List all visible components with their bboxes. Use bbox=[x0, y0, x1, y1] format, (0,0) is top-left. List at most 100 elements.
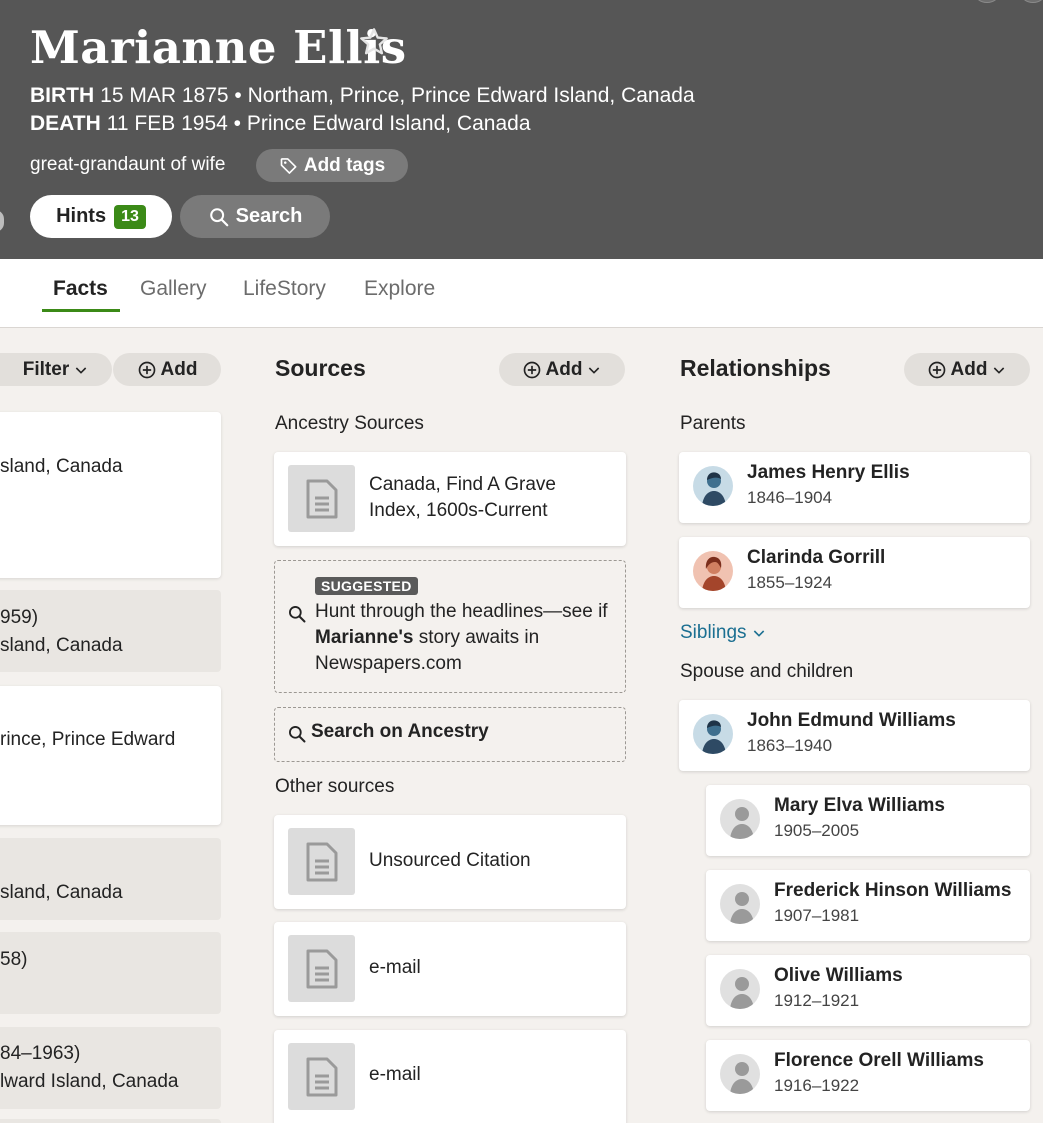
person-card-spouse[interactable]: John Edmund Williams 1863–1940 bbox=[679, 700, 1030, 771]
document-icon bbox=[288, 1043, 355, 1110]
person-name: Olive Williams bbox=[774, 965, 903, 986]
search-icon bbox=[289, 606, 306, 623]
person-dates: 1863–1940 bbox=[747, 736, 833, 755]
person-name: Marianne Ellis bbox=[30, 21, 407, 74]
add-source-label: Add bbox=[545, 358, 583, 380]
hints-label: Hints bbox=[56, 205, 107, 227]
person-avatar-icon bbox=[720, 969, 760, 1009]
document-icon bbox=[288, 465, 355, 532]
person-dates: 1855–1924 bbox=[747, 573, 833, 592]
person-card-mother[interactable]: Clarinda Gorrill 1855–1924 bbox=[679, 537, 1030, 608]
male-avatar-icon bbox=[693, 466, 733, 506]
relationship-to-user: great-grandaunt of wife bbox=[30, 154, 226, 175]
add-fact-label: Add bbox=[160, 358, 198, 380]
birth-line: BIRTH 15 MAR 1875 • Northam, Prince, Prin… bbox=[30, 83, 695, 109]
fact-text: rince, Prince Edward bbox=[0, 729, 176, 750]
header-action-button[interactable] bbox=[1018, 0, 1043, 3]
search-on-ancestry-button[interactable]: Search on Ancestry bbox=[274, 707, 626, 762]
plus-circle-icon bbox=[138, 361, 155, 378]
suggested-badge: SUGGESTED bbox=[315, 577, 418, 595]
sources-title: Sources bbox=[275, 355, 366, 381]
fact-card[interactable]: 959) sland, Canada bbox=[0, 590, 221, 672]
siblings-toggle[interactable]: Siblings bbox=[680, 622, 767, 644]
person-dates: 1912–1921 bbox=[774, 991, 860, 1010]
male-avatar-icon bbox=[693, 714, 733, 754]
person-card-child[interactable]: Florence Orell Williams 1916–1922 bbox=[706, 1040, 1030, 1111]
source-card[interactable]: e-mail bbox=[274, 922, 626, 1016]
chevron-down-icon bbox=[75, 366, 87, 374]
chevron-down-icon bbox=[994, 366, 1005, 374]
fact-card[interactable] bbox=[0, 1119, 221, 1123]
person-avatar-icon bbox=[720, 799, 760, 839]
chevron-down-icon bbox=[753, 630, 764, 637]
fact-card[interactable]: sland, Canada bbox=[0, 838, 221, 920]
person-name: Frederick Hinson Williams bbox=[774, 880, 1012, 901]
person-dates: 1907–1981 bbox=[774, 906, 860, 925]
birth-value: 15 MAR 1875 • Northam, Prince, Prince Ed… bbox=[100, 84, 695, 107]
siblings-label: Siblings bbox=[680, 622, 747, 643]
document-icon bbox=[288, 935, 355, 1002]
ancestry-sources-label: Ancestry Sources bbox=[275, 413, 424, 434]
add-source-button[interactable]: Add bbox=[499, 353, 625, 386]
person-avatar-icon bbox=[720, 884, 760, 924]
chevron-down-icon bbox=[589, 366, 600, 374]
add-fact-button[interactable]: Add bbox=[113, 353, 221, 386]
search-icon bbox=[209, 207, 228, 226]
source-card[interactable]: e-mail bbox=[274, 1030, 626, 1123]
fact-card[interactable]: sland, Canada bbox=[0, 412, 221, 578]
source-title: Unsourced Citation bbox=[369, 850, 531, 871]
person-card-child[interactable]: Frederick Hinson Williams 1907–1981 bbox=[706, 870, 1030, 941]
death-line: DEATH 11 FEB 1954 • Prince Edward Island,… bbox=[30, 111, 531, 137]
fact-text: sland, Canada bbox=[0, 456, 123, 477]
fact-text: lward Island, Canada bbox=[0, 1071, 179, 1092]
tab-lifestory[interactable]: LifeStory bbox=[243, 277, 326, 301]
hints-button[interactable]: Hints 13 bbox=[30, 195, 172, 238]
search-icon bbox=[289, 726, 306, 743]
person-name: Clarinda Gorrill bbox=[747, 547, 886, 568]
fact-card[interactable]: 58) bbox=[0, 932, 221, 1014]
fact-text: sland, Canada bbox=[0, 882, 123, 903]
person-avatar-icon bbox=[720, 1054, 760, 1094]
search-on-ancestry-label: Search on Ancestry bbox=[311, 721, 489, 742]
source-card[interactable]: Unsourced Citation bbox=[274, 815, 626, 909]
document-icon bbox=[288, 828, 355, 895]
filter-label: Filter bbox=[22, 358, 70, 380]
star-icon[interactable] bbox=[358, 26, 390, 58]
source-title: e-mail bbox=[369, 957, 421, 978]
profile-tabs: Facts Gallery LifeStory Explore bbox=[0, 259, 1043, 328]
person-card-child[interactable]: Olive Williams 1912–1921 bbox=[706, 955, 1030, 1026]
tab-explore[interactable]: Explore bbox=[364, 277, 435, 301]
person-name: John Edmund Williams bbox=[747, 710, 956, 731]
person-dates: 1905–2005 bbox=[774, 821, 860, 840]
birth-label: BIRTH bbox=[30, 84, 95, 107]
person-header: Marianne Ellis BIRTH 15 MAR 1875 • Northa… bbox=[0, 0, 1043, 259]
fact-text: 84–1963) bbox=[0, 1043, 81, 1064]
tab-facts[interactable]: Facts bbox=[53, 277, 108, 301]
search-button[interactable]: Search bbox=[180, 195, 330, 238]
suggested-source-card[interactable]: SUGGESTED Hunt through the headlines—see… bbox=[274, 560, 626, 693]
fact-card[interactable]: 84–1963) lward Island, Canada bbox=[0, 1027, 221, 1109]
female-avatar-icon bbox=[693, 551, 733, 591]
person-dates: 1846–1904 bbox=[747, 488, 833, 507]
spouse-children-label: Spouse and children bbox=[680, 661, 854, 682]
parents-label: Parents bbox=[680, 413, 746, 434]
collapse-handle[interactable] bbox=[0, 210, 4, 232]
search-label: Search bbox=[235, 205, 303, 227]
person-card-child[interactable]: Mary Elva Williams 1905–2005 bbox=[706, 785, 1030, 856]
person-dates: 1916–1922 bbox=[774, 1076, 860, 1095]
add-tags-button[interactable]: Add tags bbox=[256, 149, 408, 182]
add-tags-label: Add tags bbox=[303, 154, 386, 176]
suggested-text[interactable]: Hunt through the headlines—see if Marian… bbox=[315, 599, 615, 677]
person-card-father[interactable]: James Henry Ellis 1846–1904 bbox=[679, 452, 1030, 523]
fact-card[interactable]: rince, Prince Edward bbox=[0, 686, 221, 825]
fact-text: sland, Canada bbox=[0, 635, 123, 656]
source-title: Canada, Find A Grave Index, 1600s-Curren… bbox=[369, 474, 556, 521]
tab-gallery[interactable]: Gallery bbox=[140, 277, 207, 301]
add-relationship-button[interactable]: Add bbox=[904, 353, 1030, 386]
header-action-button[interactable] bbox=[972, 0, 1002, 3]
add-relationship-label: Add bbox=[950, 358, 988, 380]
person-name: James Henry Ellis bbox=[747, 462, 910, 483]
plus-circle-icon bbox=[928, 361, 945, 378]
filter-button[interactable]: Filter bbox=[0, 353, 112, 386]
source-card[interactable]: Canada, Find A Grave Index, 1600s-Curren… bbox=[274, 452, 626, 546]
